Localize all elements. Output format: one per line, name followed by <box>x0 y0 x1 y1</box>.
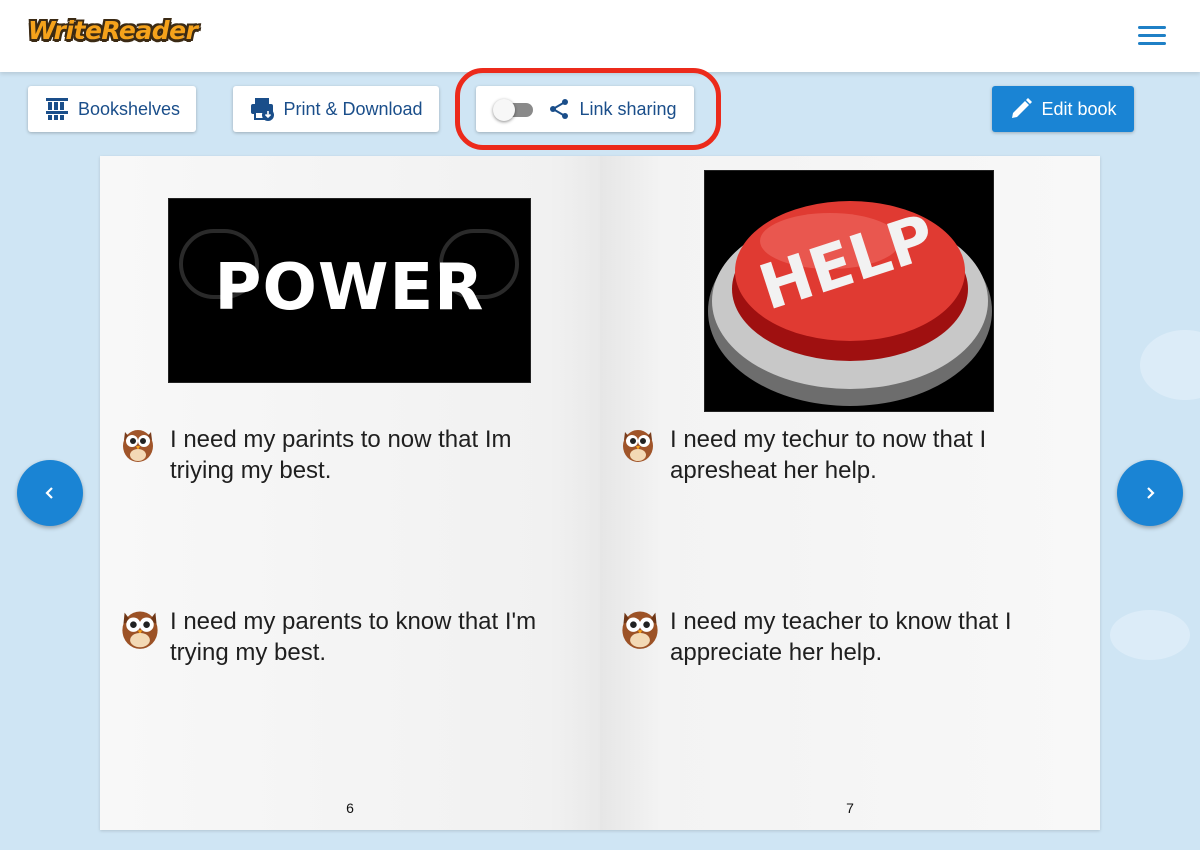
chevron-right-icon <box>1147 487 1155 499</box>
child-text-row: I need my techur to now that I apresheat… <box>618 424 1078 486</box>
owl-child-icon <box>118 424 158 464</box>
book-page-left: POWER I need my parints to now that Im t… <box>100 156 600 830</box>
edit-book-button[interactable]: Edit book <box>992 86 1134 132</box>
owl-adult-icon <box>618 606 658 649</box>
child-text-row: I need my parints to now that Im triying… <box>118 424 578 486</box>
page-number: 7 <box>846 800 854 816</box>
child-sentence[interactable]: I need my parints to now that Im triying… <box>170 424 578 486</box>
bookshelves-label: Bookshelves <box>77 98 181 119</box>
book-page-right: HELP I need my techur to now that I apre… <box>600 156 1100 830</box>
bookshelf-icon <box>45 98 68 120</box>
hamburger-menu-icon[interactable] <box>1138 24 1168 46</box>
book-spread: POWER I need my parints to now that Im t… <box>100 156 1100 830</box>
chevron-left-icon <box>45 487 53 499</box>
power-image-text: POWER <box>214 251 485 325</box>
page-number: 6 <box>346 800 354 816</box>
pencil-icon <box>1012 98 1033 118</box>
next-page-button[interactable] <box>1117 460 1183 526</box>
owl-child-icon <box>618 424 658 464</box>
adult-sentence[interactable]: I need my parents to know that I'm tryin… <box>170 606 578 668</box>
previous-page-button[interactable] <box>17 460 83 526</box>
edit-book-label: Edit book <box>1041 98 1117 119</box>
print-download-button[interactable]: Print & Download <box>233 86 439 132</box>
adult-text-row: I need my teacher to know that I appreci… <box>618 606 1078 668</box>
writereader-logo[interactable]: WriteReader <box>28 16 198 45</box>
owl-adult-icon <box>118 606 158 649</box>
page-image-help: HELP <box>704 170 994 412</box>
adult-text-row: I need my parents to know that I'm tryin… <box>118 606 578 668</box>
child-sentence[interactable]: I need my techur to now that I apresheat… <box>670 424 1078 486</box>
background-cloud <box>1140 330 1200 400</box>
app-header: WriteReader <box>0 0 1200 72</box>
adult-sentence[interactable]: I need my teacher to know that I appreci… <box>670 606 1078 668</box>
printer-icon <box>251 98 275 121</box>
page-image-power: POWER <box>168 198 531 383</box>
print-download-label: Print & Download <box>283 98 423 119</box>
bookshelves-button[interactable]: Bookshelves <box>28 86 196 132</box>
background-cloud <box>1110 610 1190 660</box>
highlight-annotation-circle <box>455 68 721 150</box>
